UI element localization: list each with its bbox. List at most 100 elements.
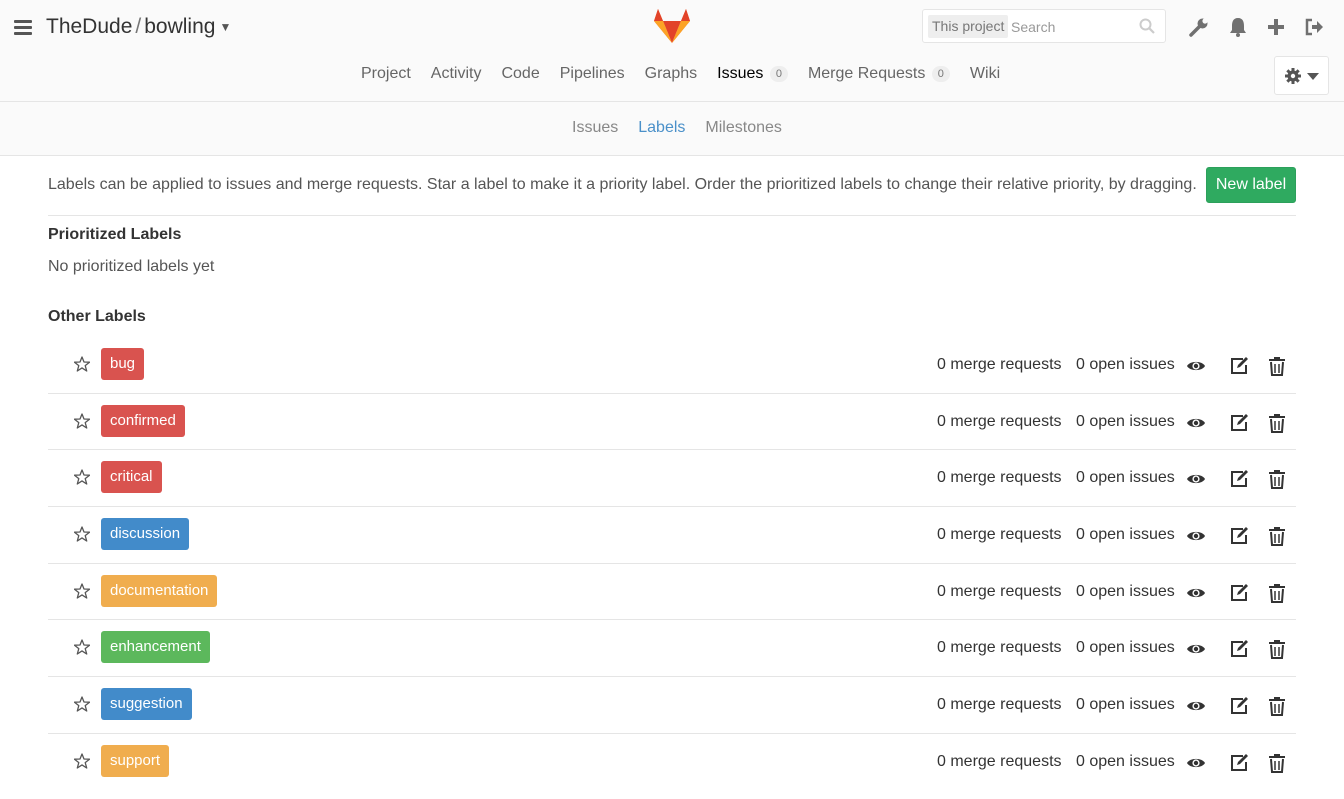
eye-icon[interactable] [1186,583,1206,603]
edit-icon[interactable] [1229,696,1249,716]
label-badge[interactable]: documentation [101,574,218,607]
label-row: bug 0 merge requests 0 open issues [48,337,1296,394]
divider [48,215,1296,216]
eye-icon[interactable] [1186,356,1206,376]
labels-intro-text: Labels can be applied to issues and merg… [48,176,1197,193]
eye-icon[interactable] [1186,526,1206,546]
other-labels-heading: Other Labels [48,308,146,325]
open-issues-count-link[interactable]: 0 open issues [1076,583,1175,601]
label-row: support 0 merge requests 0 open issues [48,734,1296,791]
star-icon[interactable] [73,639,91,656]
trash-icon[interactable] [1267,469,1287,490]
label-row: suggestion 0 merge requests 0 open issues [48,677,1296,734]
caret-down-icon [1307,73,1319,80]
merge-requests-count-link[interactable]: 0 merge requests [937,413,1062,431]
nav-pipelines[interactable]: Pipelines [560,65,625,83]
project-title[interactable]: TheDude / bowling ▼ [46,15,231,39]
nav-graphs[interactable]: Graphs [645,65,697,83]
merge-requests-count-link[interactable]: 0 merge requests [937,583,1062,601]
star-icon[interactable] [73,583,91,599]
merge-requests-count-link[interactable]: 0 merge requests [937,526,1062,544]
trash-icon[interactable] [1267,356,1287,376]
star-icon[interactable] [73,526,91,542]
label-row: documentation 0 merge requests 0 open issu… [48,564,1296,621]
eye-icon[interactable] [1186,696,1206,716]
edit-icon[interactable] [1229,753,1249,773]
trash-icon[interactable] [1267,696,1287,717]
trash-icon[interactable] [1267,583,1287,603]
namespace-link[interactable]: TheDude [46,15,132,38]
label-badge[interactable]: support [101,744,170,777]
nav-merge-requests-label: Merge Requests [807,65,926,82]
other-labels-list: bug 0 merge requests 0 open issues confirme… [48,337,1296,791]
open-issues-count-link[interactable]: 0 open issues [1076,469,1175,487]
bell-icon[interactable] [1227,16,1249,38]
edit-icon[interactable] [1229,639,1249,659]
gitlab-logo[interactable] [652,7,692,43]
star-icon[interactable] [73,469,91,486]
edit-icon[interactable] [1229,469,1249,489]
search-input[interactable] [1011,14,1131,39]
open-issues-count-link[interactable]: 0 open issues [1076,356,1175,374]
star-icon[interactable] [73,753,91,769]
project-settings-dropdown[interactable] [1274,56,1329,95]
label-badge[interactable]: discussion [101,518,190,551]
trash-icon[interactable] [1267,639,1287,660]
hamburger-icon[interactable] [14,18,36,38]
label-badge[interactable]: critical [101,461,162,494]
search-box[interactable]: This project [922,9,1166,43]
star-icon[interactable] [73,413,91,429]
label-row: discussion 0 merge requests 0 open issues [48,507,1296,564]
nav-code[interactable]: Code [501,65,539,83]
trash-icon[interactable] [1267,413,1287,433]
sign-out-icon[interactable] [1303,16,1325,38]
merge-requests-count-link[interactable]: 0 merge requests [937,639,1062,657]
plus-icon[interactable] [1265,16,1287,38]
label-badge[interactable]: suggestion [101,688,192,721]
sub-nav: Issues Labels Milestones [0,102,1344,156]
nav-wiki[interactable]: Wiki [970,65,1000,83]
subnav-milestones[interactable]: Milestones [705,119,781,137]
nav-issues[interactable]: Issues 0 [717,65,788,83]
new-label-button[interactable]: New label [1206,167,1296,203]
search-icon[interactable] [1139,18,1155,34]
star-icon[interactable] [73,696,91,712]
chevron-down-icon[interactable]: ▼ [219,20,231,34]
top-header: TheDude/bowling ▼ This project Project [0,0,1344,102]
eye-icon[interactable] [1186,413,1206,433]
wrench-icon[interactable] [1188,16,1210,38]
trash-icon[interactable] [1267,526,1287,547]
open-issues-count-link[interactable]: 0 open issues [1076,696,1175,714]
open-issues-count-link[interactable]: 0 open issues [1076,526,1175,544]
eye-icon[interactable] [1186,639,1206,659]
nav-project[interactable]: Project [361,65,411,83]
merge-requests-count-link[interactable]: 0 merge requests [937,696,1062,714]
merge-requests-count-link[interactable]: 0 merge requests [937,356,1062,374]
edit-icon[interactable] [1229,413,1249,433]
edit-icon[interactable] [1229,583,1249,603]
label-badge[interactable]: bug [101,348,145,380]
project-link[interactable]: bowling [144,15,215,38]
open-issues-count-link[interactable]: 0 open issues [1076,639,1175,657]
label-row: confirmed 0 merge requests 0 open issues [48,394,1296,451]
subnav-issues[interactable]: Issues [572,119,618,137]
label-badge[interactable]: enhancement [101,631,210,664]
subnav-labels[interactable]: Labels [638,119,685,137]
nav-activity[interactable]: Activity [431,65,482,83]
label-row: enhancement 0 merge requests 0 open issues [48,620,1296,678]
trash-icon[interactable] [1267,753,1287,773]
eye-icon[interactable] [1186,469,1206,489]
merge-requests-count-link[interactable]: 0 merge requests [937,469,1062,487]
sub-nav-items: Issues Labels Milestones [572,119,802,137]
edit-icon[interactable] [1229,356,1249,376]
open-issues-count-link[interactable]: 0 open issues [1076,753,1175,771]
edit-icon[interactable] [1229,526,1249,546]
search-scope-badge[interactable]: This project [928,15,1009,38]
eye-icon[interactable] [1186,753,1206,773]
gear-icon [1285,68,1301,84]
star-icon[interactable] [73,356,91,372]
open-issues-count-link[interactable]: 0 open issues [1076,413,1175,431]
label-badge[interactable]: confirmed [101,404,185,437]
merge-requests-count-link[interactable]: 0 merge requests [937,753,1062,771]
nav-merge-requests[interactable]: Merge Requests 0 [808,65,950,83]
